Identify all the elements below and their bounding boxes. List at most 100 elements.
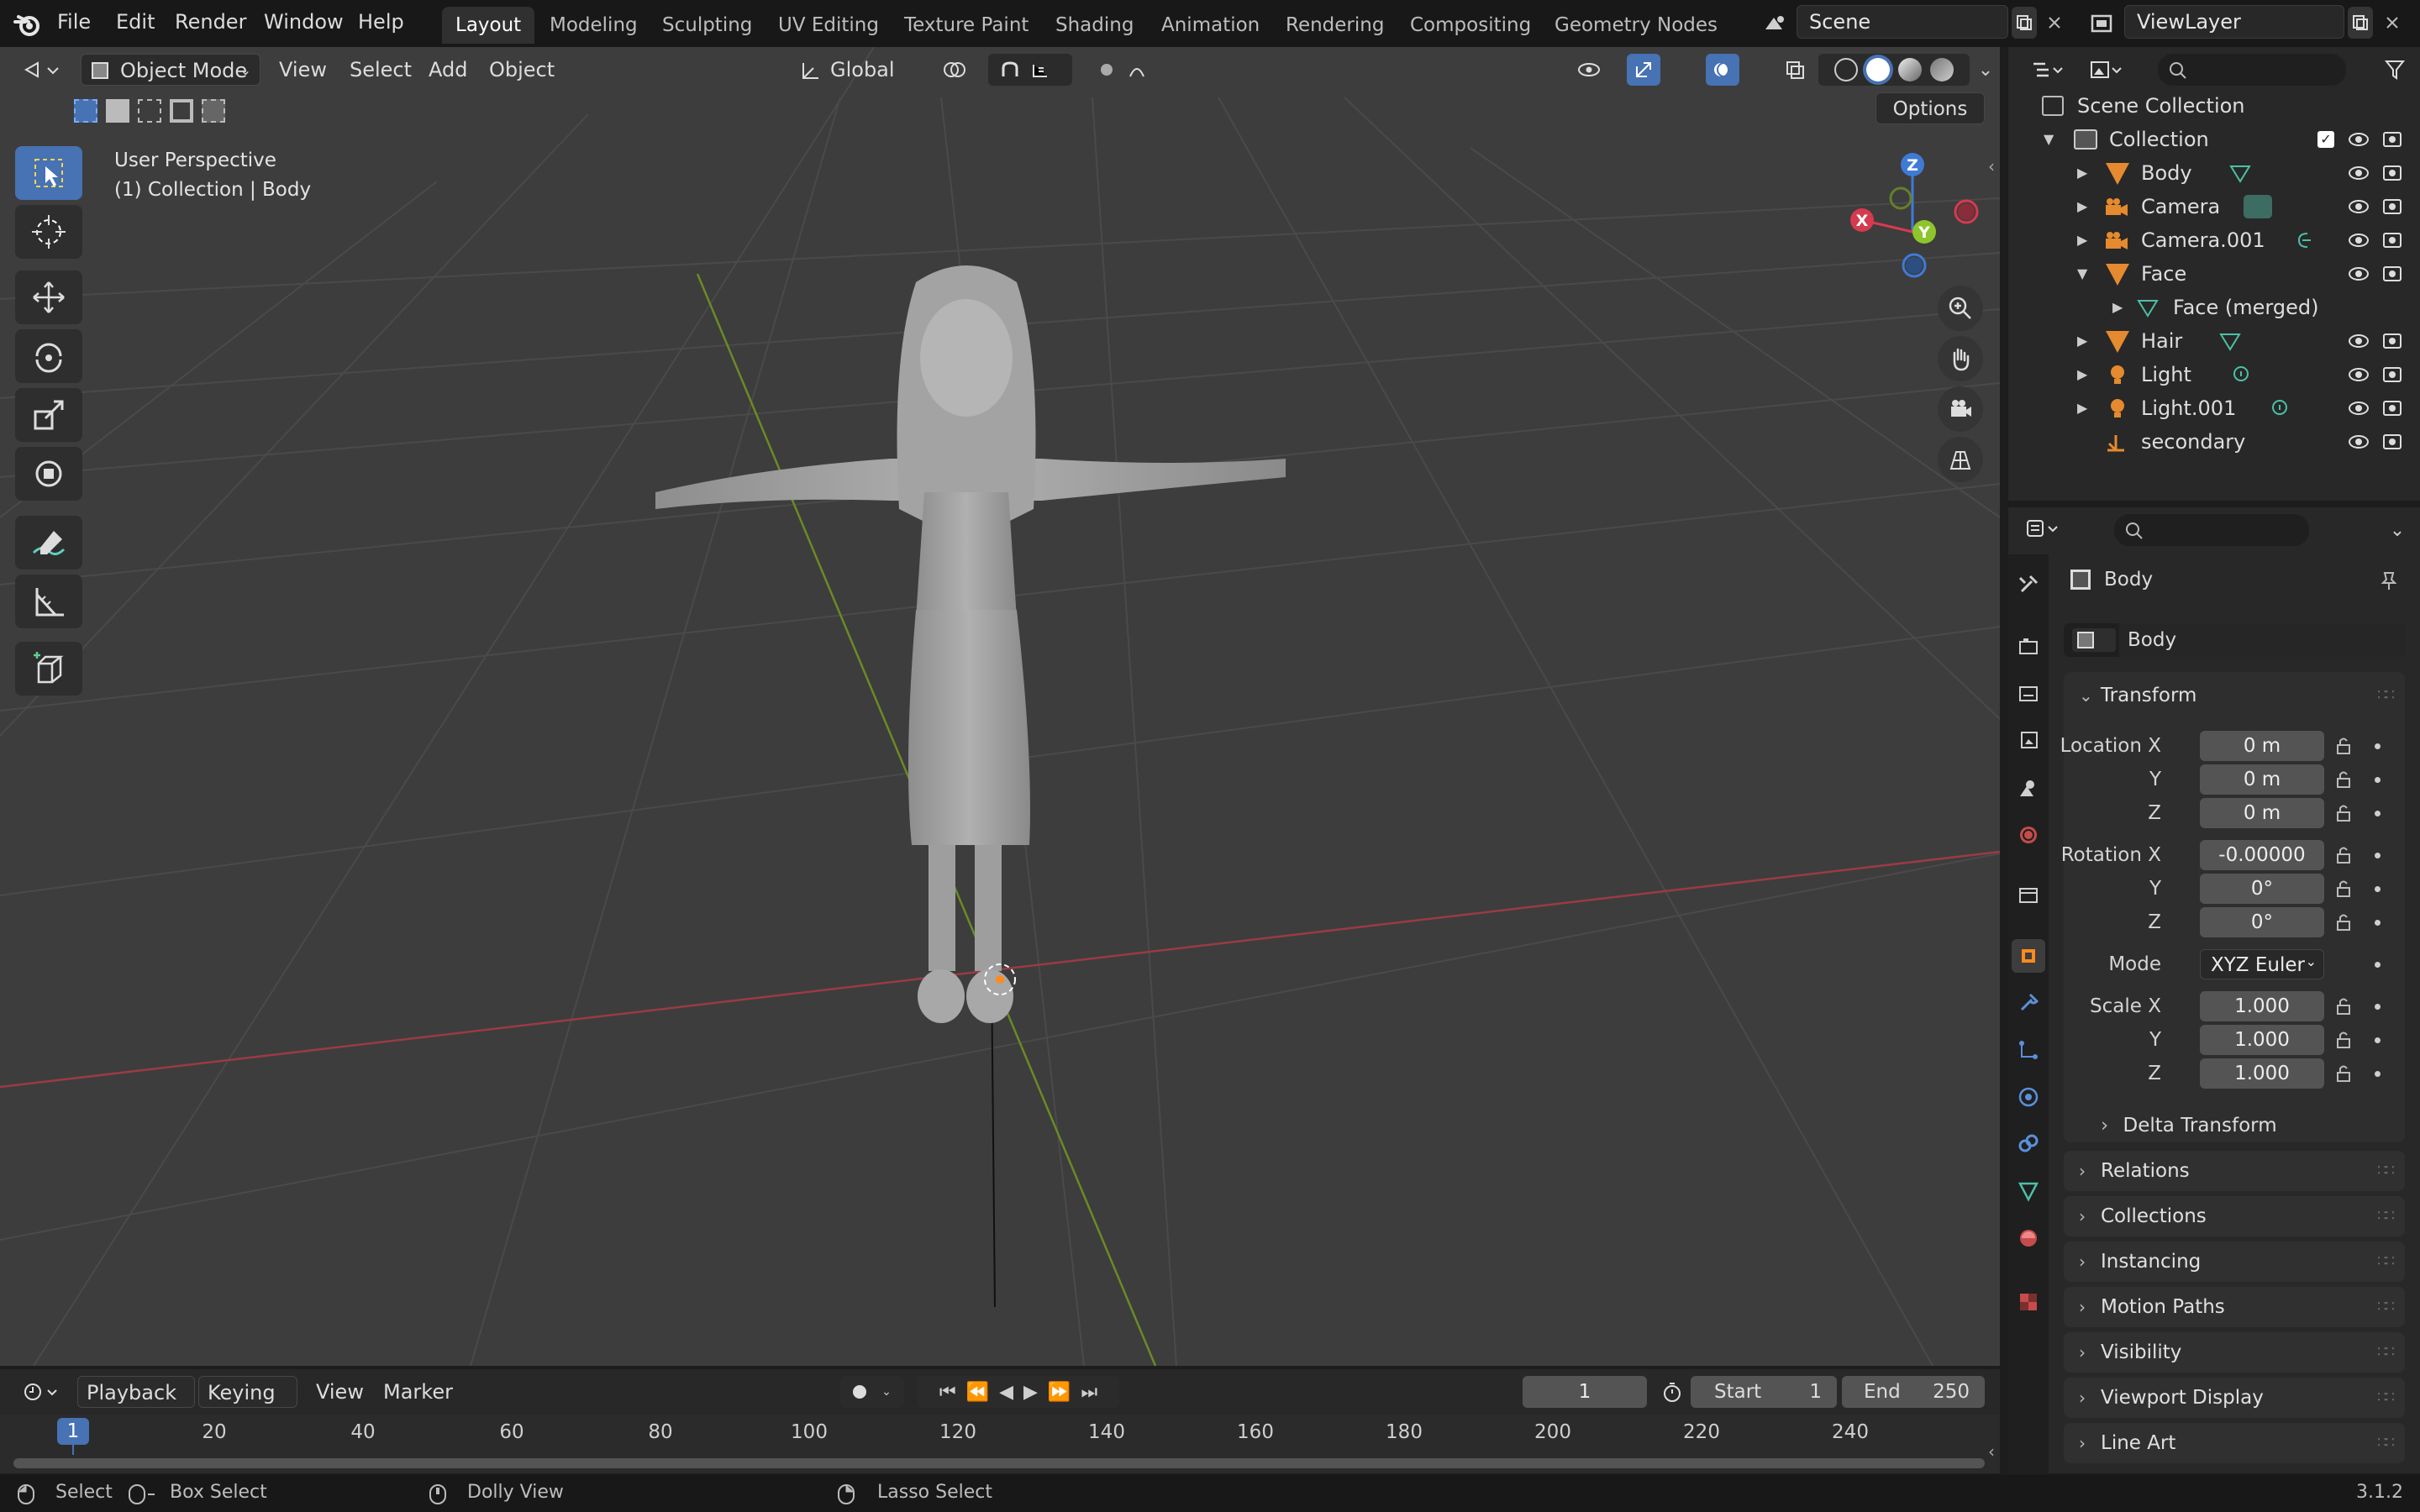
expand-arrow-icon[interactable]: ▶	[2077, 223, 2087, 257]
panel-relations[interactable]: › Relations ∷∷	[2064, 1151, 2405, 1191]
lock-icon[interactable]	[2334, 912, 2354, 932]
outliner-editor-type-icon[interactable]	[2022, 54, 2072, 86]
solid-shading-icon[interactable]	[1866, 58, 1890, 81]
scene-tab-icon[interactable]	[2012, 771, 2045, 805]
material-preview-icon[interactable]	[1898, 58, 1922, 81]
light-data-icon[interactable]	[2269, 398, 2291, 420]
jump-to-start-icon[interactable]: ⏮	[939, 1382, 956, 1403]
play-icon[interactable]: ▶	[1023, 1382, 1038, 1403]
outliner-item-face[interactable]: ▼ Face	[2008, 257, 2420, 291]
collapse-arrow-icon[interactable]: ▼	[2077, 257, 2087, 291]
properties-editor-type-icon[interactable]	[2017, 512, 2067, 544]
outliner-item-camera-001[interactable]: ▶ Camera.001	[2008, 223, 2420, 257]
keyframe-dot-icon[interactable]	[2375, 777, 2381, 783]
eye-icon[interactable]	[2348, 331, 2370, 351]
outliner-item-light-001[interactable]: ▶ Light.001	[2008, 391, 2420, 425]
object-mode-dropdown[interactable]: Object Mode ⌄	[81, 54, 260, 86]
collection-row[interactable]: ▼ Collection ✓	[2008, 123, 2420, 156]
scale-x-field[interactable]: 1.000	[2200, 991, 2324, 1021]
select-new-icon[interactable]	[74, 99, 97, 123]
modifier-tab-icon[interactable]	[2012, 986, 2045, 1020]
lock-icon[interactable]	[2334, 879, 2354, 899]
gizmo-toggle-icon[interactable]	[1627, 54, 1660, 86]
timeline-scrollbar[interactable]	[13, 1458, 1985, 1468]
render-camera-icon[interactable]	[2381, 163, 2403, 183]
rotation-x-field[interactable]: -0.00000	[2200, 840, 2324, 870]
select-invert-icon[interactable]	[170, 99, 193, 123]
menu-object[interactable]: Object	[481, 54, 563, 86]
expand-arrow-icon[interactable]: ▶	[2077, 324, 2087, 358]
timeline-editor-type-icon[interactable]	[13, 1376, 69, 1408]
tab-geometry-nodes[interactable]: Geometry Nodes	[1541, 7, 1731, 44]
rendered-shading-icon[interactable]	[1930, 58, 1954, 81]
zoom-view-icon[interactable]	[1938, 286, 1983, 331]
render-camera-icon[interactable]	[2381, 331, 2403, 351]
delete-scene-icon[interactable]	[2042, 7, 2067, 39]
orthographic-toggle-icon[interactable]	[1938, 437, 1983, 482]
tab-animation[interactable]: Animation	[1148, 7, 1273, 44]
proportional-editing-icon[interactable]	[1086, 54, 1161, 86]
expand-arrow-icon[interactable]: ▶	[2112, 291, 2123, 324]
wireframe-shading-icon[interactable]	[1834, 58, 1858, 81]
tab-compositing[interactable]: Compositing	[1397, 7, 1544, 44]
overlays-toggle-icon[interactable]	[1706, 54, 1739, 86]
scale-y-field[interactable]: 1.000	[2200, 1025, 2324, 1055]
current-frame-field[interactable]: 1	[1523, 1376, 1647, 1408]
outliner-item-body[interactable]: ▶ Body	[2008, 156, 2420, 190]
keyframe-dot-icon[interactable]	[2375, 1037, 2381, 1043]
panel-motion-paths[interactable]: › Motion Paths ∷∷	[2064, 1287, 2405, 1327]
delta-transform-subpanel[interactable]: › Delta Transform	[2101, 1109, 2277, 1142]
constraints-tab-icon[interactable]	[2012, 1127, 2045, 1161]
tab-shading[interactable]: Shading	[1042, 7, 1147, 44]
menu-view[interactable]: View	[271, 54, 335, 86]
keyframe-dot-icon[interactable]	[2375, 920, 2381, 926]
tab-sculpting[interactable]: Sculpting	[649, 7, 765, 44]
object-name-input[interactable]: Body	[2119, 623, 2405, 657]
eye-icon[interactable]	[2348, 163, 2370, 183]
keyframe-dot-icon[interactable]	[2375, 886, 2381, 892]
stopwatch-icon[interactable]	[1657, 1376, 1687, 1408]
select-extend-icon[interactable]	[106, 99, 129, 123]
select-intersect-icon[interactable]	[202, 99, 225, 123]
expand-arrow-icon[interactable]: ▶	[2077, 358, 2087, 391]
transform-orientation-dropdown[interactable]: Global	[790, 54, 919, 86]
cursor-tool-icon[interactable]	[15, 205, 82, 259]
outliner-search-input[interactable]	[2158, 54, 2346, 86]
move-tool-icon[interactable]	[15, 270, 82, 324]
keying-menu[interactable]: Keying	[198, 1376, 297, 1408]
collection-tab-icon[interactable]	[2012, 879, 2045, 912]
marker-menu[interactable]: Marker	[375, 1376, 461, 1408]
panel-collections[interactable]: › Collections ∷∷	[2064, 1196, 2405, 1236]
filter-icon[interactable]	[2378, 54, 2412, 86]
tab-layout[interactable]: Layout	[442, 7, 535, 44]
constraint-icon[interactable]	[2294, 230, 2314, 252]
measure-tool-icon[interactable]	[15, 575, 82, 628]
rotate-tool-icon[interactable]	[15, 329, 82, 383]
transform-tool-icon[interactable]	[15, 447, 82, 501]
camera-view-icon[interactable]	[1938, 386, 1983, 432]
view-layer-tab-icon[interactable]	[2012, 724, 2045, 758]
render-camera-icon[interactable]	[2381, 432, 2403, 452]
properties-options-chevron-icon[interactable]: ⌄	[2383, 514, 2412, 546]
panel-line-art[interactable]: › Line Art ∷∷	[2064, 1423, 2405, 1463]
menu-add[interactable]: Add	[420, 54, 476, 86]
snap-toggle-icon[interactable]	[988, 54, 1072, 86]
object-tab-icon[interactable]	[2012, 939, 2045, 973]
render-camera-icon[interactable]	[2381, 264, 2403, 284]
playback-menu[interactable]: Playback	[77, 1376, 195, 1408]
mesh-data-icon[interactable]	[2228, 163, 2252, 183]
pin-icon[interactable]	[2378, 570, 2400, 591]
eye-icon[interactable]	[2348, 398, 2370, 418]
eye-icon[interactable]	[2348, 129, 2370, 150]
scale-tool-icon[interactable]	[15, 388, 82, 442]
tab-modeling[interactable]: Modeling	[536, 7, 651, 44]
playhead-frame-indicator[interactable]: 1	[57, 1418, 89, 1445]
outliner-item-secondary[interactable]: secondary	[2008, 425, 2420, 459]
keyframe-dot-icon[interactable]	[2375, 1071, 2381, 1077]
jump-to-end-icon[interactable]: ⏭	[1081, 1382, 1097, 1403]
jump-to-keyframe-next-icon[interactable]: ⏩	[1048, 1382, 1071, 1403]
menu-edit[interactable]: Edit	[106, 5, 165, 39]
menu-help[interactable]: Help	[348, 5, 414, 39]
visibility-eye-icon[interactable]	[1565, 54, 1620, 86]
lock-icon[interactable]	[2334, 1063, 2354, 1084]
